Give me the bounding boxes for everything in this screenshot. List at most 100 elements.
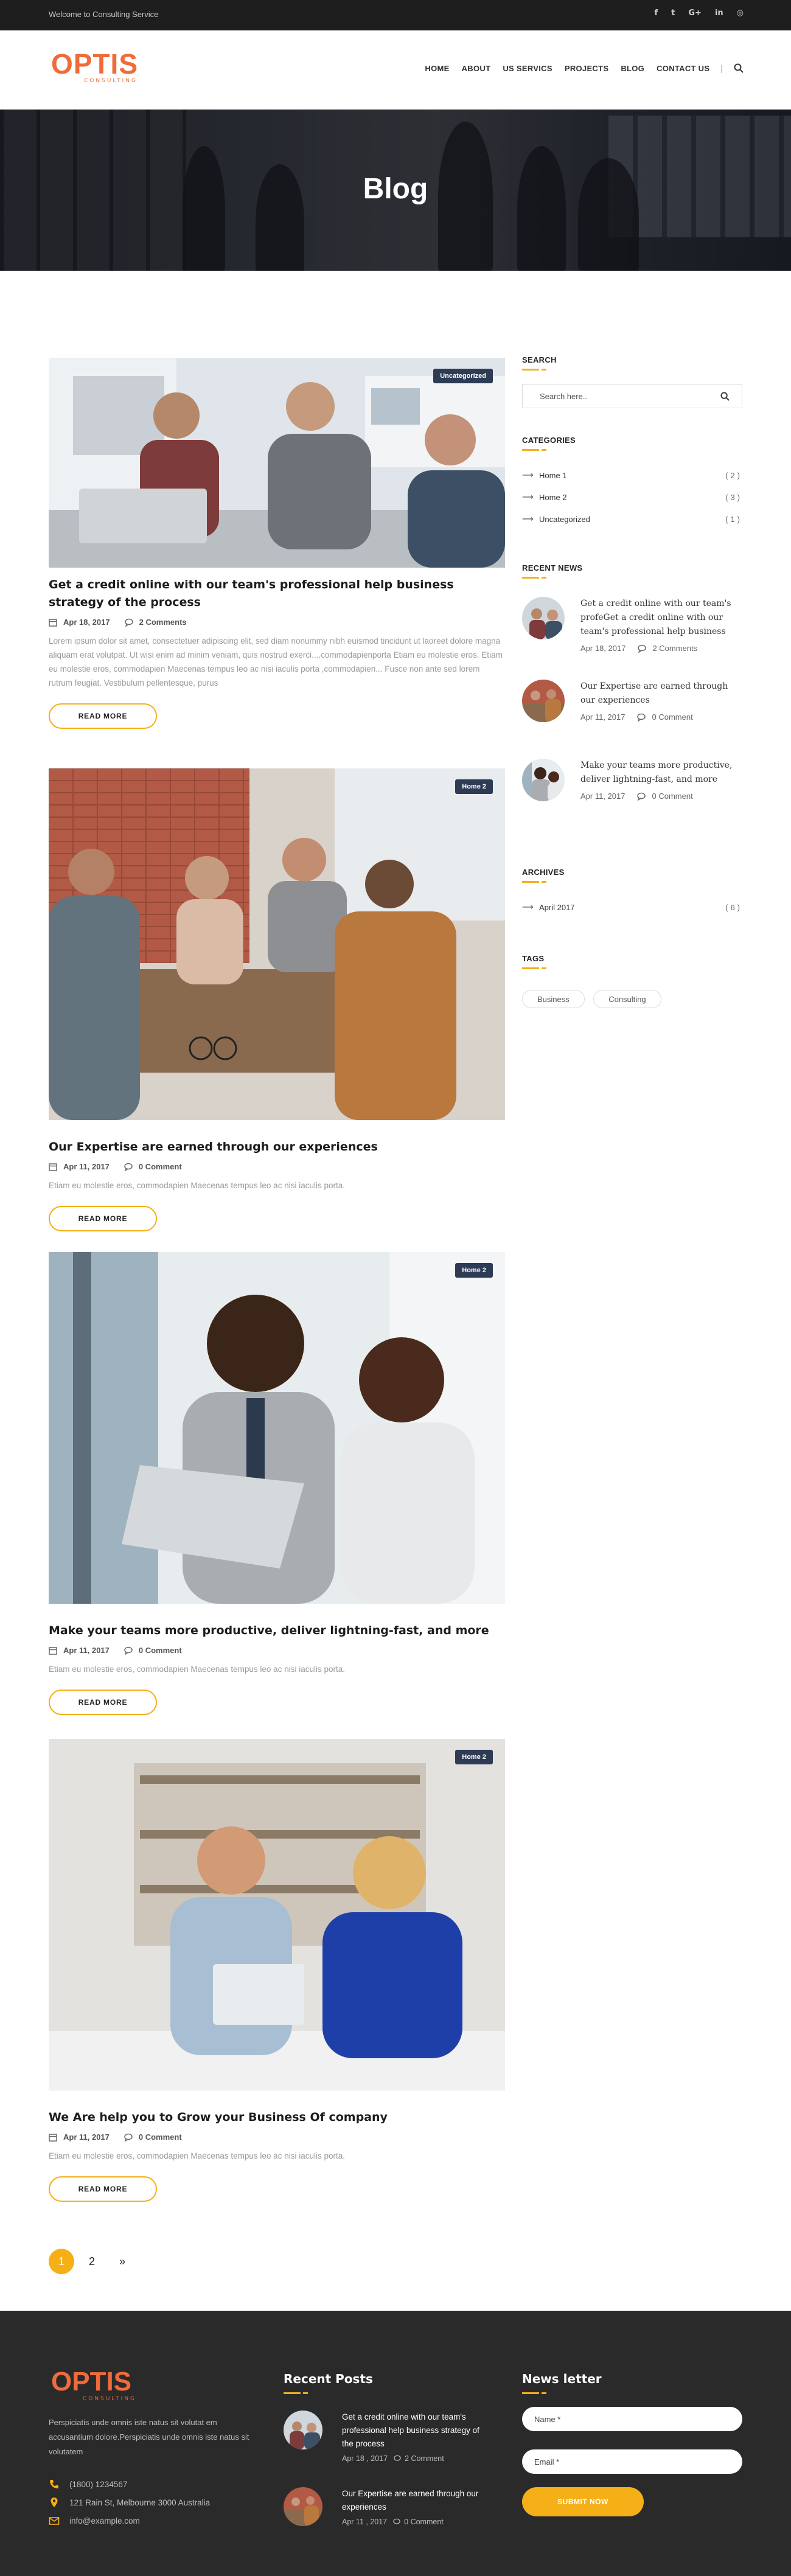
footer-post-date: Apr 18 , 2017 xyxy=(342,2454,388,2463)
recent-news-title[interactable]: Our Expertise are earned through our exp… xyxy=(580,680,742,708)
nav-separator: | xyxy=(720,63,723,73)
post-excerpt: Etiam eu molestie eros, commodapien Maec… xyxy=(49,1181,345,1190)
sidebar-archives-widget: ARCHIVES ⟶ April 2017 (6) xyxy=(522,868,742,918)
recent-news-thumbnail[interactable] xyxy=(522,680,565,722)
facebook-icon[interactable]: f xyxy=(654,9,658,18)
post-meta: Apr 18, 2017 2 Comments xyxy=(49,618,505,627)
post-title[interactable]: Our Expertise are earned through our exp… xyxy=(49,1138,505,1156)
nav-contact[interactable]: CONTACT US xyxy=(657,64,709,73)
nav-projects[interactable]: PROJECTS xyxy=(565,64,608,73)
site-header: OPTIS CONSULTING HOME ABOUT US SERVICS P… xyxy=(0,30,791,110)
post-title[interactable]: We Are help you to Grow your Business Of… xyxy=(49,2109,505,2126)
social-links: f t G+ in ◎ xyxy=(654,9,744,18)
tag-item[interactable]: Consulting xyxy=(593,990,661,1008)
welcome-text: Welcome to Consulting Service xyxy=(49,10,159,19)
nav-about[interactable]: ABOUT xyxy=(462,64,491,73)
page-1-button[interactable]: 1 xyxy=(49,2249,74,2274)
recent-news-thumbnail[interactable] xyxy=(522,597,565,639)
nav-blog[interactable]: BLOG xyxy=(621,64,644,73)
twitter-icon[interactable]: t xyxy=(671,9,675,18)
post-image[interactable]: Uncategorized xyxy=(49,358,505,568)
sidebar-search-input[interactable] xyxy=(523,385,705,408)
footer-post-meta: Apr 18 , 2017 2 Comment xyxy=(342,2454,488,2463)
post-category-badge[interactable]: Home 2 xyxy=(455,1263,493,1278)
post-comments[interactable]: 0 Comment xyxy=(139,1646,182,1655)
post-title[interactable]: Get a credit online with our team's prof… xyxy=(49,576,505,611)
category-item[interactable]: ⟶ Home 1 (2) xyxy=(522,464,742,486)
heading-underline xyxy=(522,369,551,371)
recent-news-title[interactable]: Get a credit online with our team's prof… xyxy=(580,597,742,639)
footer-post-meta: Apr 11 , 2017 0 Comment xyxy=(342,2518,488,2526)
post-category-badge[interactable]: Home 2 xyxy=(455,1750,493,1764)
comment-icon xyxy=(637,792,646,801)
post-photo xyxy=(49,768,505,1120)
logo-subtitle: CONSULTING xyxy=(83,2396,137,2402)
footer-logo[interactable]: OPTIS CONSULTING xyxy=(51,2367,161,2403)
archive-count: (6) xyxy=(725,902,742,912)
archive-item[interactable]: ⟶ April 2017 (6) xyxy=(522,896,742,918)
footer-email[interactable]: info@example.com xyxy=(69,2516,140,2526)
footer-recent-post[interactable]: Get a credit online with our team's prof… xyxy=(284,2411,488,2463)
heading-underline xyxy=(522,577,551,579)
sidebar-search xyxy=(522,384,742,408)
comment-icon xyxy=(124,1646,133,1655)
recent-news-thumbnail[interactable] xyxy=(522,759,565,801)
recent-news-item[interactable]: Make your teams more productive, deliver… xyxy=(522,759,742,801)
category-item[interactable]: ⟶ Home 2 (3) xyxy=(522,486,742,508)
site-logo[interactable]: OPTIS CONSULTING xyxy=(51,47,161,90)
nav-services[interactable]: US SERVICS xyxy=(503,64,552,73)
recent-news-comments: 0 Comment xyxy=(652,712,693,722)
read-more-button[interactable]: READ MORE xyxy=(49,703,157,729)
google-plus-icon[interactable]: G+ xyxy=(688,9,702,18)
heading-underline xyxy=(284,2392,313,2394)
newsletter-name-input[interactable] xyxy=(522,2407,742,2431)
recent-news-item[interactable]: Our Expertise are earned through our exp… xyxy=(522,680,742,722)
post-date: Apr 11, 2017 xyxy=(63,2132,110,2142)
post-category-badge[interactable]: Uncategorized xyxy=(433,369,493,383)
blog-post: Home 2 Make your teams more productive, … xyxy=(49,1252,505,1715)
read-more-button[interactable]: READ MORE xyxy=(49,1206,157,1231)
post-comments[interactable]: 0 Comment xyxy=(139,2132,182,2142)
calendar-icon xyxy=(49,618,57,627)
footer-post-title[interactable]: Our Expertise are earned through our exp… xyxy=(342,2487,488,2514)
category-item[interactable]: ⟶ Uncategorized (1) xyxy=(522,508,742,530)
comment-icon xyxy=(638,644,647,653)
next-page-button[interactable]: » xyxy=(110,2249,135,2274)
post-image[interactable]: Home 2 xyxy=(49,1252,505,1604)
footer-post-title[interactable]: Get a credit online with our team's prof… xyxy=(342,2411,488,2451)
post-comments[interactable]: 0 Comment xyxy=(139,1162,182,1171)
footer-post-date: Apr 11 , 2017 xyxy=(342,2518,388,2526)
footer-phone[interactable]: (1800) 1234567 xyxy=(69,2480,127,2489)
site-footer: OPTIS CONSULTING Perspiciatis unde omnis… xyxy=(0,2311,791,2576)
post-date: Apr 18, 2017 xyxy=(63,618,110,627)
post-comments[interactable]: 2 Comments xyxy=(139,618,187,627)
recent-news-item[interactable]: Get a credit online with our team's prof… xyxy=(522,597,742,653)
archive-label: April 2017 xyxy=(539,902,575,912)
footer-contact-address: 121 Rain St, Melbourne 3000 Australia xyxy=(49,2497,249,2508)
linkedin-icon[interactable]: in xyxy=(715,9,723,18)
recent-news-date: Apr 18, 2017 xyxy=(580,644,626,653)
newsletter-email-input[interactable] xyxy=(522,2449,742,2474)
search-icon[interactable] xyxy=(720,392,730,401)
post-title[interactable]: Make your teams more productive, deliver… xyxy=(49,1622,505,1640)
footer-recent-post[interactable]: Our Expertise are earned through our exp… xyxy=(284,2487,488,2526)
arrow-right-icon: ⟶ xyxy=(522,492,534,501)
search-icon[interactable] xyxy=(734,63,744,73)
page-2-button[interactable]: 2 xyxy=(79,2249,105,2274)
instagram-icon[interactable]: ◎ xyxy=(737,9,744,18)
footer-post-thumbnail[interactable] xyxy=(284,2411,322,2449)
nav-home[interactable]: HOME xyxy=(425,64,449,73)
post-photo xyxy=(49,1252,505,1604)
sidebar-search-widget: SEARCH xyxy=(522,355,742,408)
arrow-right-icon: ⟶ xyxy=(522,470,534,479)
read-more-button[interactable]: READ MORE xyxy=(49,2176,157,2202)
post-meta: Apr 11, 2017 0 Comment xyxy=(49,2132,505,2142)
newsletter-submit-button[interactable]: SUBMIT NOW xyxy=(522,2487,644,2516)
post-image[interactable]: Home 2 xyxy=(49,768,505,1120)
post-category-badge[interactable]: Home 2 xyxy=(455,779,493,794)
footer-post-thumbnail[interactable] xyxy=(284,2487,322,2526)
tag-item[interactable]: Business xyxy=(522,990,585,1008)
post-image[interactable]: Home 2 xyxy=(49,1739,505,2090)
read-more-button[interactable]: READ MORE xyxy=(49,1690,157,1715)
recent-news-title[interactable]: Make your teams more productive, deliver… xyxy=(580,759,742,787)
